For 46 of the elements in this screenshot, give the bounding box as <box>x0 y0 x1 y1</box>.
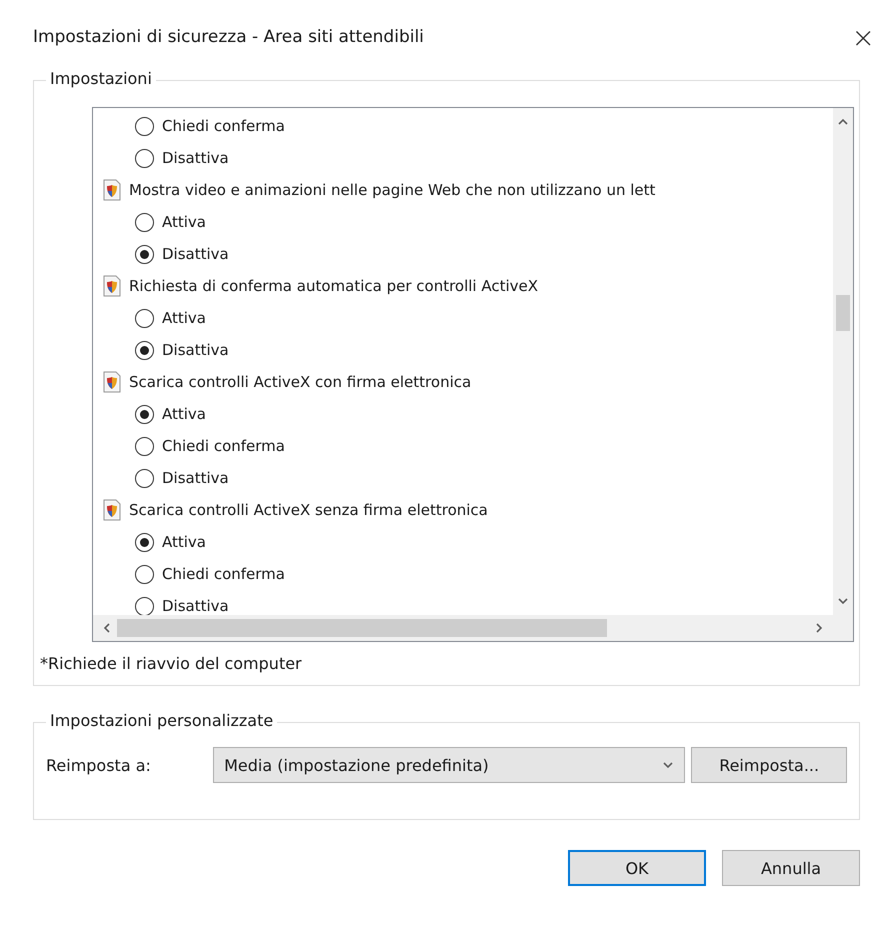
radio-button[interactable] <box>135 468 154 488</box>
setting-title: Richiesta di conferma automatica per controlli ActiveX <box>129 277 538 295</box>
dialog-button[interactable]: Annulla <box>722 850 860 886</box>
settings-list[interactable] <box>92 107 854 642</box>
radio-button[interactable] <box>135 436 154 456</box>
window-title: Impostazioni di sicurezza - Area siti attendibili <box>33 27 424 47</box>
option-label[interactable]: Chiedi conferma <box>162 437 285 455</box>
radio-button[interactable] <box>135 244 154 264</box>
option-label[interactable]: Disattiva <box>162 149 229 167</box>
option-label[interactable]: Attiva <box>162 309 206 327</box>
option-label[interactable]: Disattiva <box>162 469 229 487</box>
radio-button[interactable] <box>135 404 154 424</box>
radio-button[interactable] <box>135 116 154 136</box>
reset-button[interactable]: Reimposta... <box>691 747 847 783</box>
option-label[interactable]: Chiedi conferma <box>162 117 285 135</box>
radio-button[interactable] <box>135 340 154 360</box>
radio-button[interactable] <box>135 212 154 232</box>
close-button[interactable]: × <box>848 20 879 54</box>
security-document-icon <box>103 275 121 297</box>
security-document-icon <box>103 179 121 201</box>
radio-button[interactable] <box>135 308 154 328</box>
option-label[interactable]: Chiedi conferma <box>162 565 285 583</box>
option-label[interactable]: Disattiva <box>162 341 229 359</box>
dialog-button[interactable]: OK <box>568 850 706 886</box>
reset-label: Reimposta a: <box>46 756 152 774</box>
group-legend: Impostazioni <box>46 69 156 88</box>
level-dropdown[interactable]: Media (impostazione predefinita) <box>213 747 686 783</box>
security-document-icon <box>103 499 121 521</box>
option-label[interactable]: Attiva <box>162 405 206 423</box>
setting-title: Scarica controlli ActiveX senza firma elettronica <box>129 501 488 519</box>
security-document-icon <box>103 371 121 393</box>
vertical-scrollbar[interactable] <box>833 108 853 615</box>
option-label[interactable]: Attiva <box>162 533 206 551</box>
group-legend: Impostazioni personalizzate <box>46 711 278 730</box>
horizontal-scrollbar[interactable] <box>93 615 833 641</box>
option-label[interactable]: Disattiva <box>162 245 229 263</box>
radio-button[interactable] <box>135 532 154 552</box>
scroll-thumb[interactable] <box>836 295 850 331</box>
setting-title: Scarica controlli ActiveX con firma elettronica <box>129 373 472 391</box>
setting-title: Mostra video e animazioni nelle pagine Web che non utilizzano un lett <box>129 181 656 199</box>
option-label[interactable]: Disattiva <box>162 597 229 615</box>
restart-note: *Richiede il riavvio del computer <box>40 654 303 673</box>
radio-button[interactable] <box>135 564 154 584</box>
scroll-thumb[interactable] <box>117 619 607 637</box>
radio-button[interactable] <box>135 148 154 168</box>
option-label[interactable]: Attiva <box>162 213 206 231</box>
